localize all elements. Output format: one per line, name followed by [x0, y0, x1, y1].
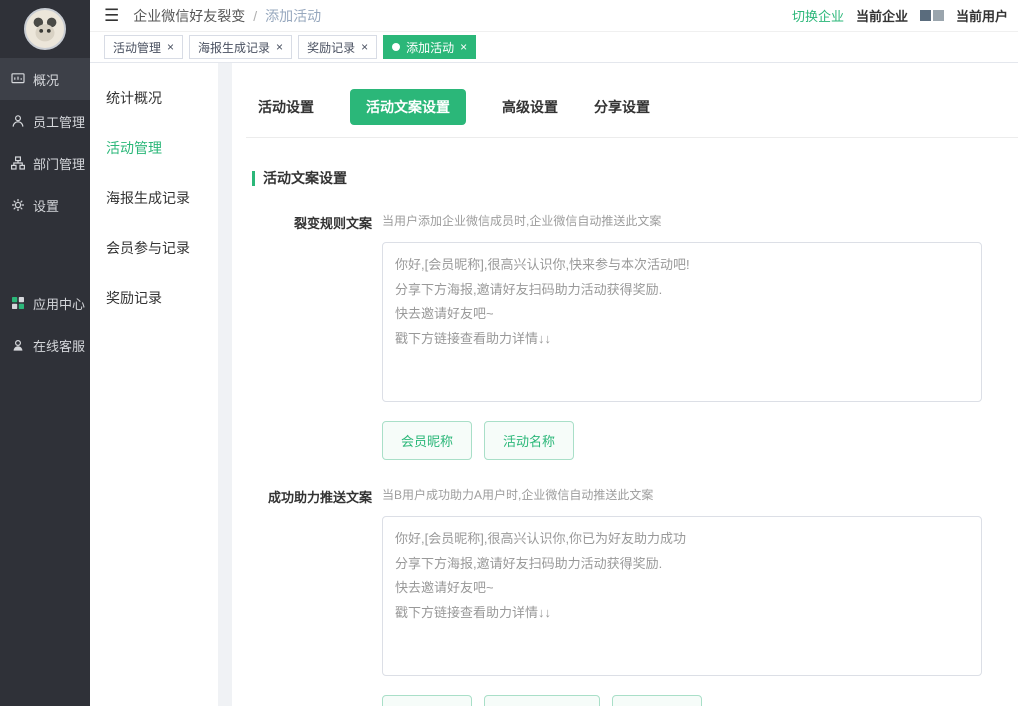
current-user-label: 当前用户	[956, 6, 1008, 25]
section-title-text: 活动文案设置	[263, 168, 347, 188]
layout-gap	[218, 63, 232, 706]
breadcrumb: 企业微信好友裂变 / 添加活动	[133, 6, 321, 26]
apps-icon	[10, 295, 26, 311]
tag-reward-records[interactable]: 奖励记录 ×	[298, 35, 377, 59]
activity-name-button[interactable]: 活动名称	[612, 695, 702, 706]
current-company-label: 当前企业	[856, 6, 908, 25]
sidebar-item-department[interactable]: 部门管理	[0, 142, 90, 184]
logo-wrap	[0, 0, 90, 58]
section-title: 活动文案设置	[252, 168, 1018, 188]
sidebar-item-label: 概况	[33, 70, 59, 89]
sidebar-item-label: 在线客服	[33, 336, 85, 355]
sidebar-nav: 概况 员工管理 部门管理 设置	[0, 58, 90, 366]
department-icon	[10, 155, 26, 171]
sidebar-item-label: 设置	[33, 196, 59, 215]
main-content: 活动设置 活动文案设置 高级设置 分享设置 活动文案设置 裂变规则文案 当用户添…	[232, 63, 1018, 706]
sidebar-item-settings[interactable]: 设置	[0, 184, 90, 226]
tags-bar: 活动管理 × 海报生成记录 × 奖励记录 × 添加活动 ×	[90, 32, 1018, 63]
breadcrumb-root[interactable]: 企业微信好友裂变	[133, 6, 245, 26]
member-nickname-button[interactable]: 会员昵称	[382, 695, 472, 706]
tag-activity-management[interactable]: 活动管理 ×	[104, 35, 183, 59]
breadcrumb-current: 添加活动	[265, 6, 321, 26]
tag-label: 活动管理	[113, 39, 161, 56]
field-fission-rule: 裂变规则文案 当用户添加企业微信成员时,企业微信自动推送此文案 你好,[会员昵称…	[232, 212, 1018, 460]
insert-token-buttons: 会员昵称 活动名称	[382, 421, 982, 460]
sub-item-poster-records[interactable]: 海报生成记录	[90, 173, 218, 223]
main-sidebar: 概况 员工管理 部门管理 设置	[0, 0, 90, 706]
breadcrumb-separator: /	[253, 8, 257, 24]
sidebar-item-support[interactable]: 在线客服	[0, 324, 90, 366]
close-icon[interactable]: ×	[276, 41, 283, 53]
hamburger-icon[interactable]: ☰	[104, 7, 119, 24]
topbar: ☰ 企业微信好友裂变 / 添加活动 切换企业 当前企业 当前用户	[90, 0, 1018, 32]
tag-label: 奖励记录	[307, 39, 355, 56]
logo-graphic	[26, 10, 64, 48]
close-icon[interactable]: ×	[361, 41, 368, 53]
company-logo	[920, 10, 944, 21]
sidebar-item-app-center[interactable]: 应用中心	[0, 282, 90, 324]
close-icon[interactable]: ×	[460, 41, 467, 53]
tag-poster-records[interactable]: 海报生成记录 ×	[189, 35, 292, 59]
form-tabs: 活动设置 活动文案设置 高级设置 分享设置	[232, 63, 1018, 125]
insert-token-buttons: 会员昵称 助力会员昵称 活动名称	[382, 695, 982, 706]
field-hint: 当用户添加企业微信成员时,企业微信自动推送此文案	[382, 212, 982, 229]
tag-label: 添加活动	[406, 39, 454, 56]
sub-item-activity-management[interactable]: 活动管理	[90, 123, 218, 173]
app-root: 概况 员工管理 部门管理 设置	[0, 0, 1018, 706]
field-hint: 当B用户成功助力A用户时,企业微信自动推送此文案	[382, 486, 982, 503]
topbar-right: 切换企业 当前企业 当前用户	[792, 6, 1008, 25]
field-label: 裂变规则文案	[232, 212, 382, 460]
app-logo	[24, 8, 66, 50]
sidebar-item-label: 员工管理	[33, 112, 85, 131]
assist-success-textarea[interactable]: 你好,[会员昵称],很高兴认识你,你已为好友助力成功 分享下方海报,邀请好友扫码…	[382, 516, 982, 676]
sub-item-stats-overview[interactable]: 统计概况	[90, 73, 218, 123]
field-body: 当B用户成功助力A用户时,企业微信自动推送此文案 你好,[会员昵称],很高兴认识…	[382, 486, 982, 706]
content-row: 统计概况 活动管理 海报生成记录 会员参与记录 奖励记录 活动设置 活动文案设置…	[90, 63, 1018, 706]
field-assist-success: 成功助力推送文案 当B用户成功助力A用户时,企业微信自动推送此文案 你好,[会员…	[232, 486, 1018, 706]
sidebar-item-overview[interactable]: 概况	[0, 58, 90, 100]
tag-add-activity[interactable]: 添加活动 ×	[383, 35, 476, 59]
sub-sidebar: 统计概况 活动管理 海报生成记录 会员参与记录 奖励记录	[90, 63, 218, 706]
sidebar-item-staff[interactable]: 员工管理	[0, 100, 90, 142]
sub-item-member-participation[interactable]: 会员参与记录	[90, 223, 218, 273]
staff-icon	[10, 113, 26, 129]
switch-company-link[interactable]: 切换企业	[792, 6, 844, 25]
support-icon	[10, 337, 26, 353]
overview-icon	[10, 71, 26, 87]
member-nickname-button[interactable]: 会员昵称	[382, 421, 472, 460]
right-column: ☰ 企业微信好友裂变 / 添加活动 切换企业 当前企业 当前用户 活动管理 × …	[90, 0, 1018, 706]
tab-activity-settings[interactable]: 活动设置	[258, 89, 314, 125]
field-label: 成功助力推送文案	[232, 486, 382, 706]
sidebar-item-label: 应用中心	[33, 294, 85, 313]
tab-advanced-settings[interactable]: 高级设置	[502, 89, 558, 125]
field-body: 当用户添加企业微信成员时,企业微信自动推送此文案 你好,[会员昵称],很高兴认识…	[382, 212, 982, 460]
tab-share-settings[interactable]: 分享设置	[594, 89, 650, 125]
sub-item-reward-records[interactable]: 奖励记录	[90, 273, 218, 323]
tag-label: 海报生成记录	[198, 39, 270, 56]
active-dot	[392, 43, 400, 51]
sidebar-item-label: 部门管理	[33, 154, 85, 173]
tab-copywriting-settings[interactable]: 活动文案设置	[350, 89, 466, 125]
settings-icon	[10, 197, 26, 213]
assist-member-nickname-button[interactable]: 助力会员昵称	[484, 695, 600, 706]
activity-name-button[interactable]: 活动名称	[484, 421, 574, 460]
section-title-bar	[252, 171, 255, 186]
copywriting-form: 裂变规则文案 当用户添加企业微信成员时,企业微信自动推送此文案 你好,[会员昵称…	[232, 212, 1018, 706]
close-icon[interactable]: ×	[167, 41, 174, 53]
fission-rule-textarea[interactable]: 你好,[会员昵称],很高兴认识你,快来参与本次活动吧! 分享下方海报,邀请好友扫…	[382, 242, 982, 402]
tabs-divider	[246, 137, 1018, 138]
